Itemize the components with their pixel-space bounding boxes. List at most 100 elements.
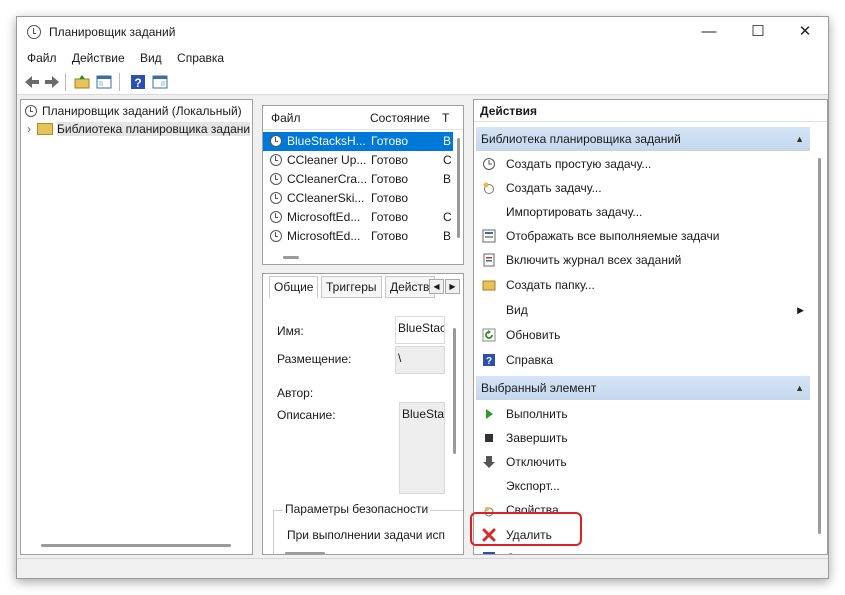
menu-action[interactable]: Действие [66,47,131,69]
action-label: Отключить [506,455,567,469]
clock-icon [483,158,495,170]
chevron-right-icon[interactable]: › [27,120,37,138]
action-create-task[interactable]: Создать задачу... [476,176,810,200]
action-label: Включить журнал всех заданий [506,253,682,267]
column-header-file[interactable]: Файл [271,111,301,125]
security-run-as-text: При выполнении задачи исп [287,528,445,542]
collapse-icon[interactable]: ▲ [795,376,804,400]
action-end[interactable]: Завершить [476,426,810,450]
minimize-button[interactable]: — [686,17,732,47]
task-name: CCleaner Up... [287,153,367,167]
task-row[interactable]: CCleanerSki... Готово [263,189,453,208]
forward-arrow-icon[interactable] [43,73,61,91]
tab-triggers[interactable]: Триггеры [321,276,382,298]
action-label: Отображать все выполняемые задачи [506,229,720,243]
task-list-horizontal-scrollbar[interactable] [283,256,299,259]
task-row[interactable]: MicrosoftEd... Готово С [263,208,453,227]
action-run[interactable]: Выполнить [476,402,810,426]
task-status: Готово [371,210,409,224]
tree-root-label: Планировщик заданий (Локальный) [42,104,242,118]
tree-library-label: Библиотека планировщика задани [57,122,251,136]
action-label: С [506,546,515,554]
console-tree-icon[interactable] [95,73,113,91]
location-field[interactable]: \ [395,346,445,374]
window-title: Планировщик заданий [49,25,176,39]
action-label: Вид [506,303,528,317]
tab-general[interactable]: Общие [269,276,319,298]
collapse-icon[interactable]: ▲ [795,127,804,151]
clock-icon [270,211,282,223]
action-label: Создать задачу... [506,181,602,195]
task-scheduler-app-icon [27,25,41,39]
status-bar [17,558,828,578]
action-disable[interactable]: Отключить [476,450,810,474]
action-display-running-tasks[interactable]: Отображать все выполняемые задачи [476,224,810,248]
task-trigger: В [443,134,452,148]
close-button[interactable]: ✕ [782,17,828,47]
toolbar: ? [17,69,828,95]
disable-icon [483,456,495,468]
task-name: CCleanerSki... [287,191,365,205]
task-row[interactable]: MicrosoftEd... Готово В [263,227,453,246]
details-vertical-scrollbar[interactable] [453,328,456,454]
column-header-status[interactable]: Состояние [370,111,430,125]
new-task-icon [483,182,494,194]
tab-actions[interactable]: Действ [385,276,435,298]
action-import-task[interactable]: Импортировать задачу... [476,200,810,224]
task-row[interactable]: CCleanerCra... Готово В [263,170,453,189]
menu-file[interactable]: Файл [21,47,63,69]
action-view[interactable]: Вид ▶ [476,298,810,322]
action-pane-icon[interactable] [151,73,169,91]
folder-up-icon[interactable] [73,73,91,91]
column-header-t[interactable]: Т [442,111,449,125]
task-name: MicrosoftEd... [287,229,361,243]
task-trigger: С [443,153,452,167]
title-bar: Планировщик заданий — ☐ ✕ [17,17,828,47]
tab-scroll-right-icon[interactable]: ▶ [445,279,460,294]
tab-scroll-left-icon[interactable]: ◀ [429,279,444,294]
tree-horizontal-scrollbar[interactable] [41,544,231,547]
menu-view[interactable]: Вид [134,47,168,69]
tree-library-item[interactable]: › Библиотека планировщика задани [27,120,251,138]
clock-icon [270,154,282,166]
action-label: Обновить [506,328,561,342]
menu-help[interactable]: Справка [171,47,230,69]
section-selected-item[interactable]: Выбранный элемент ▲ [476,376,810,400]
play-icon [486,409,493,419]
action-create-basic-task[interactable]: Создать простую задачу... [476,152,810,176]
section-library[interactable]: Библиотека планировщика заданий ▲ [476,127,810,151]
action-label: Экспорт... [506,479,560,493]
help-icon[interactable]: ? [129,73,147,91]
task-row[interactable]: BlueStacksH... Готово В [263,132,453,151]
actions-vertical-scrollbar[interactable] [818,158,821,534]
help-icon [483,552,495,554]
task-list-header: Файл Состояние Т [263,106,463,130]
delete-highlight-frame [470,512,582,546]
action-export[interactable]: Экспорт... [476,474,810,498]
folder-icon [37,123,53,135]
details-horizontal-scrollbar[interactable] [285,552,325,554]
tree-root-item[interactable]: Планировщик заданий (Локальный) [25,102,242,120]
task-trigger: С [443,210,452,224]
task-trigger: В [443,172,452,186]
action-enable-history[interactable]: Включить журнал всех заданий [476,248,810,272]
action-help-selected[interactable]: С [476,546,810,554]
svg-text:?: ? [486,356,492,367]
log-icon [483,253,495,267]
section-library-label: Библиотека планировщика заданий [481,132,681,146]
task-row[interactable]: CCleaner Up... Готово С [263,151,453,170]
action-label: Завершить [506,431,568,445]
back-arrow-icon[interactable] [23,73,41,91]
task-list-vertical-scrollbar[interactable] [457,138,460,238]
description-field[interactable]: BlueStack [399,402,445,494]
toolbar-separator [65,73,66,91]
submenu-arrow-icon: ▶ [797,305,804,315]
svg-text:?: ? [134,76,141,90]
maximize-button[interactable]: ☐ [735,17,781,47]
name-field[interactable]: BlueStackl [395,316,445,344]
action-create-folder[interactable]: Создать папку... [476,273,810,297]
action-refresh[interactable]: Обновить [476,323,810,347]
task-name: MicrosoftEd... [287,210,361,224]
clock-icon [25,105,37,117]
action-help[interactable]: ? Справка [476,348,810,372]
